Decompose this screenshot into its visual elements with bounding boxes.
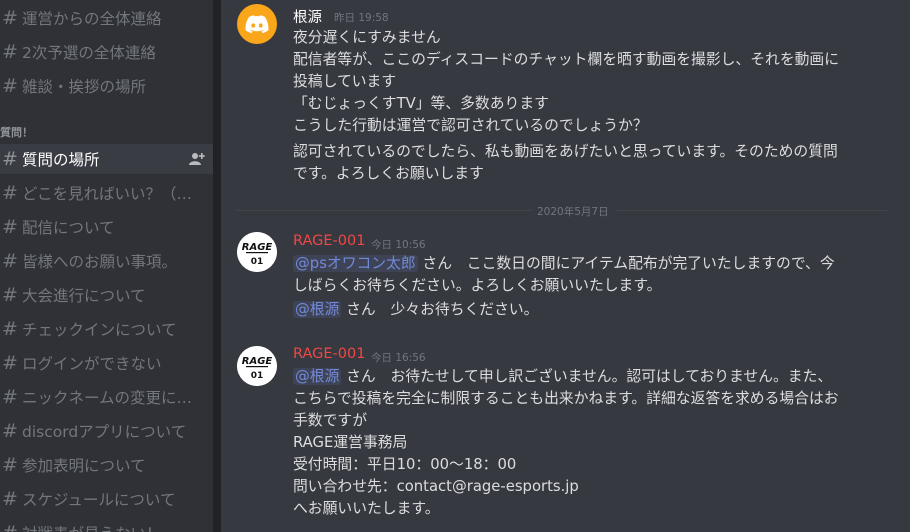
user-mention[interactable]: @psオワコン太郎 (293, 255, 418, 272)
message-line: 配信者等が、ここのディスコードのチャット欄を晒す動画を撮影し、それを動画に (293, 51, 840, 68)
channel-item[interactable]: # チェックインについて (0, 314, 213, 344)
category-header[interactable]: 質問！ (0, 124, 33, 140)
date-divider-label: 2020年5月7日 (531, 204, 615, 219)
hash-icon: # (2, 420, 18, 442)
channel-item[interactable]: # ニックネームの変更に… (0, 382, 213, 412)
channel-label: 雑談・挨拶の場所 (22, 78, 147, 96)
hash-icon: # (2, 148, 18, 170)
message-line: 投稿しています (293, 73, 397, 90)
message-line: 認可されているのでしたら、私も動画をあげたいと思っています。そのための質問 (293, 143, 838, 160)
channel-item[interactable]: # 2次予選の全体連絡 (0, 37, 213, 67)
hash-icon: # (2, 75, 18, 97)
message-author[interactable]: 根源 (293, 6, 322, 27)
hash-icon: # (2, 250, 18, 272)
channel-label: 大会進行について (22, 287, 146, 305)
message-line: 手数ですが (293, 412, 367, 429)
message-line: こうした行動は運営で認可されているのでしょうか？ (293, 117, 648, 134)
channel-item[interactable]: # 配信について (0, 212, 213, 242)
channel-label: 皆様へのお願い事項。 (22, 253, 178, 271)
message-timestamp: 昨日 19:58 (334, 12, 389, 24)
message-author[interactable]: RAGE-001 (293, 346, 365, 362)
channel-label: 参加表明について (22, 457, 146, 475)
message-line: @根源 さん 少々お待ちください。 (293, 299, 893, 321)
channel-item[interactable]: # 皆様へのお願い事項。 (0, 246, 213, 276)
hash-icon: # (2, 41, 18, 63)
channel-label: ログインができない (22, 355, 162, 373)
message-line: @根源 さん お待たせして申し訳ございません。認可はしておりません。また、 (293, 366, 893, 388)
sidebar-scrollbar[interactable] (213, 0, 221, 532)
channel-item[interactable]: # 雑談・挨拶の場所 (0, 71, 213, 101)
channel-item[interactable]: # ログインができない (0, 348, 213, 378)
hash-icon: # (2, 386, 18, 408)
message-line: 夜分遅くにすみません (293, 29, 441, 46)
message-line: 「むじょっくすTV」等、多数あります (293, 95, 549, 112)
hash-icon: # (2, 7, 18, 29)
hash-icon: # (0, 522, 22, 532)
message-line: 受付時間：平日10：00〜18：00 (293, 456, 517, 473)
message-timestamp: 今日 10:56 (371, 239, 426, 251)
rage-logo-icon: RAGE 01 (237, 232, 277, 272)
user-avatar[interactable] (237, 4, 277, 44)
message-line: しばらくお待ちください。よろしくお願いいたします。 (293, 277, 662, 294)
add-user-icon[interactable] (189, 152, 205, 166)
user-mention[interactable]: @根源 (293, 368, 342, 385)
channel-label: 質問の場所 (22, 151, 100, 169)
chat-area: 根源 昨日 19:58 夜分遅くにすみません 配信者等が、ここのディスコードのチ… (221, 0, 910, 532)
channel-item-active[interactable]: # 質問の場所 (0, 144, 213, 174)
rage-logo-icon: RAGE 01 (237, 346, 277, 386)
discord-logo-icon (245, 14, 269, 33)
hash-icon: # (2, 318, 18, 340)
channel-label: 配信について (22, 219, 115, 237)
svg-text:01: 01 (251, 257, 264, 267)
svg-text:01: 01 (251, 371, 264, 381)
hash-icon: # (2, 454, 18, 476)
hash-icon: # (2, 216, 18, 238)
message-body: @psオワコン太郎 さん ここ数日の間にアイテム配布が完了いたしますので、今 し… (293, 253, 893, 297)
channel-label: チェックインについて (22, 321, 177, 339)
channel-label: ニックネームの変更に… (22, 389, 193, 407)
message-line: RAGE運営事務局 (293, 434, 408, 451)
message-body: @根源 さん 少々お待ちください。 (293, 299, 893, 321)
channel-label: スケジュールについて (22, 491, 176, 509)
channel-item[interactable]: # 対戦表が見えない！ (0, 518, 213, 532)
channel-item[interactable]: # どこを見ればいい？（… (0, 178, 213, 208)
channel-sidebar: # 運営からの全体連絡 # 2次予選の全体連絡 # 雑談・挨拶の場所 質問！ #… (0, 0, 213, 532)
svg-text:RAGE: RAGE (242, 356, 273, 367)
message-line: @psオワコン太郎 さん ここ数日の間にアイテム配布が完了いたしますので、今 (293, 253, 893, 275)
user-avatar[interactable]: RAGE 01 (237, 346, 277, 386)
message-body: @根源 さん お待たせして申し訳ございません。認可はしておりません。また、 こち… (293, 366, 893, 520)
channel-label: discordアプリについて (22, 423, 187, 441)
channel-label: 対戦表が見えない！ (22, 522, 202, 532)
message-line: へお願いいたします。 (293, 500, 440, 517)
message-line: こちらで投稿を完全に制限することも出来かねます。詳細な返答を求める場合はお (293, 390, 839, 407)
message-timestamp: 今日 16:56 (371, 352, 426, 364)
message-text: さん ここ数日の間にアイテム配布が完了いたしますので、今 (417, 255, 835, 272)
message-text: さん お待たせして申し訳ございません。認可はしておりません。また、 (341, 368, 833, 385)
channel-label: 運営からの全体連絡 (22, 10, 162, 28)
message-line: です。よろしくお願いします (293, 165, 484, 182)
svg-text:RAGE: RAGE (242, 242, 273, 253)
channel-item[interactable]: # discordアプリについて (0, 416, 213, 446)
channel-label: 2次予選の全体連絡 (22, 44, 156, 62)
channel-item[interactable]: # 参加表明について (0, 450, 213, 480)
channel-label: どこを見ればいい？（… (22, 185, 193, 203)
channel-item[interactable]: # 大会進行について (0, 280, 213, 310)
hash-icon: # (2, 182, 18, 204)
user-avatar[interactable]: RAGE 01 (237, 232, 277, 272)
message-body: 認可されているのでしたら、私も動画をあげたいと思っています。そのための質問 です… (293, 141, 893, 185)
message-line: 問い合わせ先：contact@rage-esports.jp (293, 478, 579, 495)
channel-item[interactable]: # 運営からの全体連絡 (0, 3, 213, 33)
channel-item[interactable]: # スケジュールについて (0, 484, 213, 514)
user-mention[interactable]: @根源 (293, 301, 342, 318)
hash-icon: # (2, 488, 18, 510)
hash-icon: # (2, 352, 18, 374)
message-author[interactable]: RAGE-001 (293, 233, 365, 249)
message-text: さん 少々お待ちください。 (341, 301, 539, 318)
message-body: 夜分遅くにすみません 配信者等が、ここのディスコードのチャット欄を晒す動画を撮影… (293, 27, 893, 137)
hash-icon: # (2, 284, 18, 306)
